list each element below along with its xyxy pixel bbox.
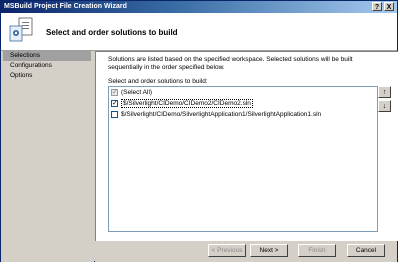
- cancel-button[interactable]: Cancel: [347, 244, 385, 257]
- nav-item-configurations[interactable]: Configurations: [3, 61, 91, 71]
- wizard-nav: Selections Configurations Options: [1, 51, 94, 262]
- solution-checkbox[interactable]: ✓: [111, 99, 118, 107]
- solution-path: $/Silverlight/CIDemo/SilverlightApplicat…: [121, 111, 322, 118]
- move-down-button[interactable]: ↓: [378, 100, 391, 112]
- next-button[interactable]: Next >: [250, 244, 288, 257]
- solution-path: $/Silverlight/CIDemo/CIDemo2/CIDemo2.sln: [121, 99, 253, 108]
- select-all-checkbox[interactable]: ✓: [111, 88, 118, 96]
- solution-row[interactable]: ✓ $/Silverlight/CIDemo/CIDemo2/CIDemo2.sl…: [111, 99, 253, 109]
- solution-checkbox[interactable]: [111, 110, 118, 118]
- nav-item-options[interactable]: Options: [3, 71, 91, 81]
- solution-row[interactable]: $/Silverlight/CIDemo/SilverlightApplicat…: [111, 110, 321, 120]
- window-title: MSBuild Project File Creation Wizard: [4, 3, 127, 10]
- list-label: Select and order solutions to build:: [108, 78, 208, 85]
- content-panel: Solutions are listed based on the specif…: [95, 51, 398, 241]
- wizard-header: Select and order solutions to build: [1, 13, 397, 51]
- finish-button[interactable]: Finish: [298, 244, 336, 257]
- wizard-window: MSBuild Project File Creation Wizard ? X…: [0, 0, 398, 262]
- previous-button[interactable]: < Previous: [208, 244, 246, 257]
- close-button[interactable]: X: [384, 2, 394, 11]
- solutions-list: ✓ (Select All) ✓ $/Silverlight/CIDemo/CIDe…: [108, 86, 378, 232]
- project-wizard-icon: [9, 17, 33, 42]
- select-all-label: (Select All): [121, 89, 153, 96]
- description-text: Solutions are listed based on the specif…: [108, 56, 353, 71]
- page-title: Select and order solutions to build: [46, 28, 178, 37]
- move-up-button[interactable]: ↑: [378, 86, 391, 98]
- select-all-row[interactable]: ✓ (Select All): [111, 88, 152, 98]
- title-bar: MSBuild Project File Creation Wizard ? X: [1, 1, 397, 13]
- nav-item-selections[interactable]: Selections: [3, 51, 91, 61]
- help-button[interactable]: ?: [372, 2, 382, 11]
- wizard-footer: < Previous Next > Finish Cancel: [95, 241, 397, 262]
